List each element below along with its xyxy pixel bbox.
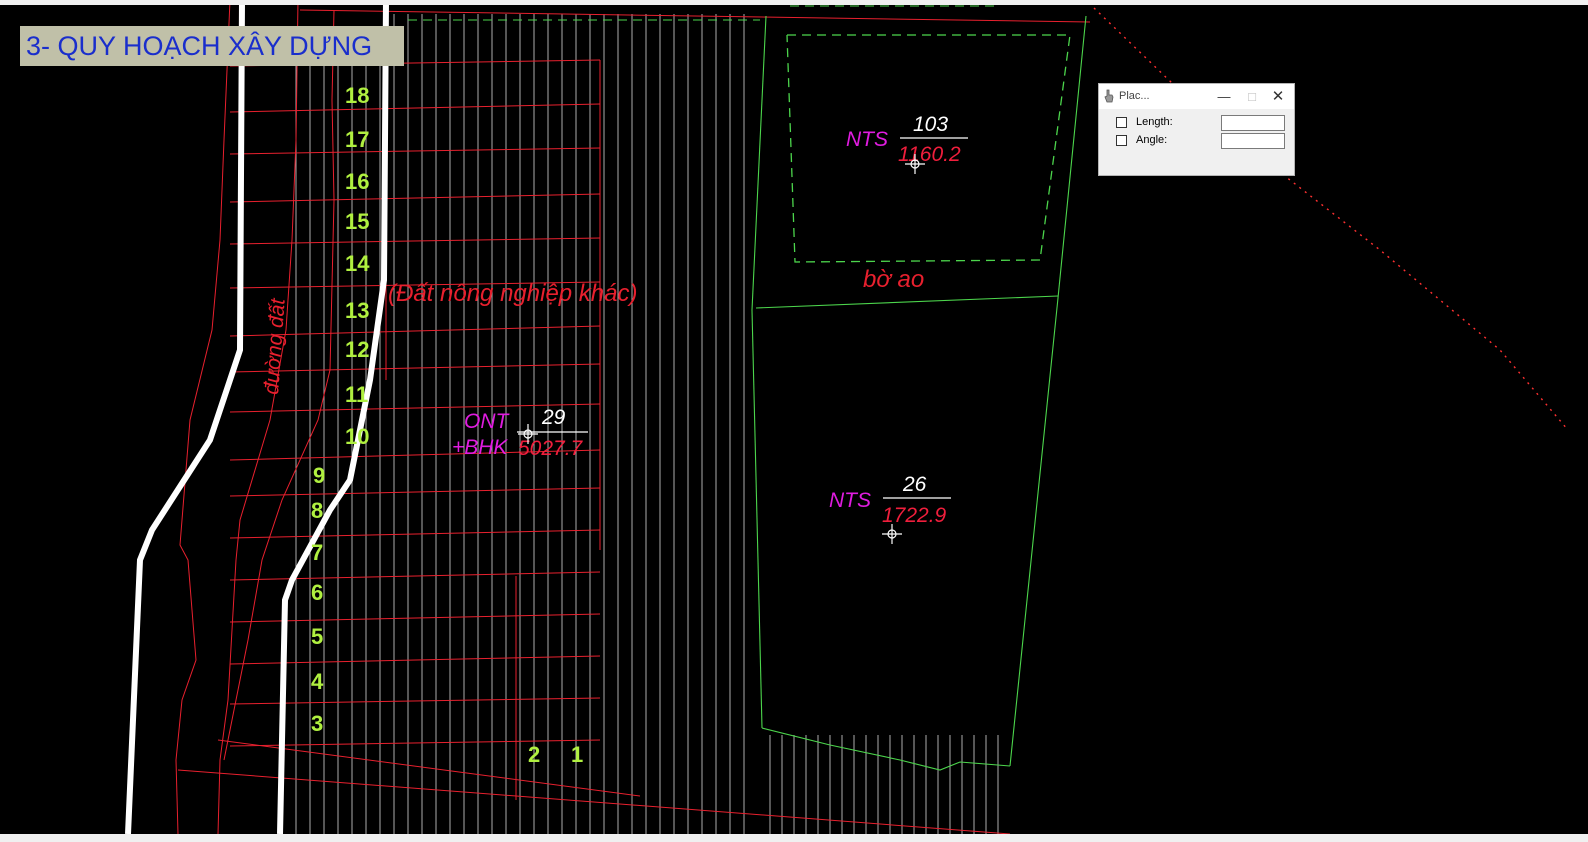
road-left-edge xyxy=(175,5,231,834)
bottom-boundary-a xyxy=(177,769,1011,834)
lot-boundary xyxy=(229,193,601,203)
lot-boundary xyxy=(229,237,601,245)
lot-number-label: 16 xyxy=(345,169,369,194)
lot-number-label: 2 xyxy=(528,742,540,767)
angle-row: Angle: xyxy=(1116,133,1291,149)
crosshair-icon xyxy=(882,524,902,544)
lot-number-label: 12 xyxy=(345,337,369,362)
parcel-number: 26 xyxy=(902,473,927,496)
lot-number-label: 1 xyxy=(571,742,583,767)
length-row: Length: xyxy=(1116,115,1291,131)
diagonal-dotted-line xyxy=(1093,7,1569,431)
lot-number-label: 10 xyxy=(345,424,369,449)
parcel-type-extra: +BHK xyxy=(452,436,508,459)
lot-number-label: 8 xyxy=(311,498,323,523)
parcel-number: 29 xyxy=(541,406,566,429)
drawing-title-banner: 3- QUY HOẠCH XÂY DỰNG xyxy=(20,26,404,66)
parcel-type: NTS xyxy=(829,489,871,512)
parcel-type: NTS xyxy=(846,128,888,151)
road-right-edge xyxy=(217,5,299,834)
maximize-button[interactable]: □ xyxy=(1239,84,1265,109)
parcel-area: 1160.2 xyxy=(898,143,961,166)
hatch-pattern xyxy=(295,14,999,834)
length-label: Length: xyxy=(1136,116,1173,128)
close-button[interactable]: ✕ xyxy=(1265,84,1291,109)
lot-number-label: 17 xyxy=(345,127,369,152)
pond-bank-label: bờ ao xyxy=(863,266,924,293)
lot-number-label: 3 xyxy=(311,711,323,736)
lot-boundary xyxy=(229,739,601,747)
lot-number-label: 13 xyxy=(345,298,369,323)
length-checkbox[interactable] xyxy=(1116,117,1127,128)
parcel-number: 103 xyxy=(913,113,948,136)
agri-land-label: (Đất nông nghiệp khác) xyxy=(388,280,638,307)
dashed-boundaries xyxy=(408,5,1569,431)
lot-number-label: 4 xyxy=(311,669,324,694)
road-label: đường đất xyxy=(260,297,290,396)
lot-boundary xyxy=(229,103,601,113)
place-dialog[interactable]: Plac... — □ ✕ Length: Angle: xyxy=(1098,83,1295,176)
dialog-title: Plac... xyxy=(1119,90,1150,102)
lot-number-label: 11 xyxy=(345,382,368,407)
pointer-hand-icon xyxy=(1104,89,1114,103)
lot-number-label: 9 xyxy=(313,463,325,488)
lot-number-label: 7 xyxy=(311,540,323,565)
lot-number-label: 5 xyxy=(311,624,323,649)
parcel-boundaries xyxy=(175,5,1091,834)
lot-boundary xyxy=(229,147,601,155)
minimize-button[interactable]: — xyxy=(1211,84,1237,109)
lot-boundary xyxy=(229,363,601,373)
length-input[interactable] xyxy=(1221,115,1285,131)
lot-number-label: 6 xyxy=(311,580,323,605)
lot-boundary xyxy=(229,529,601,539)
parcel-type: ONT xyxy=(464,410,511,433)
parcel-annotation-nts-103: NTS 103 1160.2 xyxy=(846,113,968,166)
label-anchor-crosshairs xyxy=(518,154,925,544)
lot-number-label: 18 xyxy=(345,83,369,108)
dialog-title-bar[interactable]: Plac... — □ ✕ xyxy=(1099,84,1294,109)
parcel-area: 1722.9 xyxy=(882,504,947,527)
parcel-annotation-nts-26: NTS 26 1722.9 xyxy=(829,473,951,527)
lot-number-label: 14 xyxy=(345,251,370,276)
lot-number-label: 15 xyxy=(345,209,369,234)
angle-checkbox[interactable] xyxy=(1116,135,1127,146)
lot-boundary xyxy=(229,571,601,581)
cad-drawing-canvas[interactable]: 18 17 16 15 14 13 12 11 10 9 8 7 6 5 4 3 2 1 đường đất (Đ… xyxy=(0,5,1588,834)
angle-label: Angle: xyxy=(1136,134,1168,146)
angle-input[interactable] xyxy=(1221,133,1285,149)
